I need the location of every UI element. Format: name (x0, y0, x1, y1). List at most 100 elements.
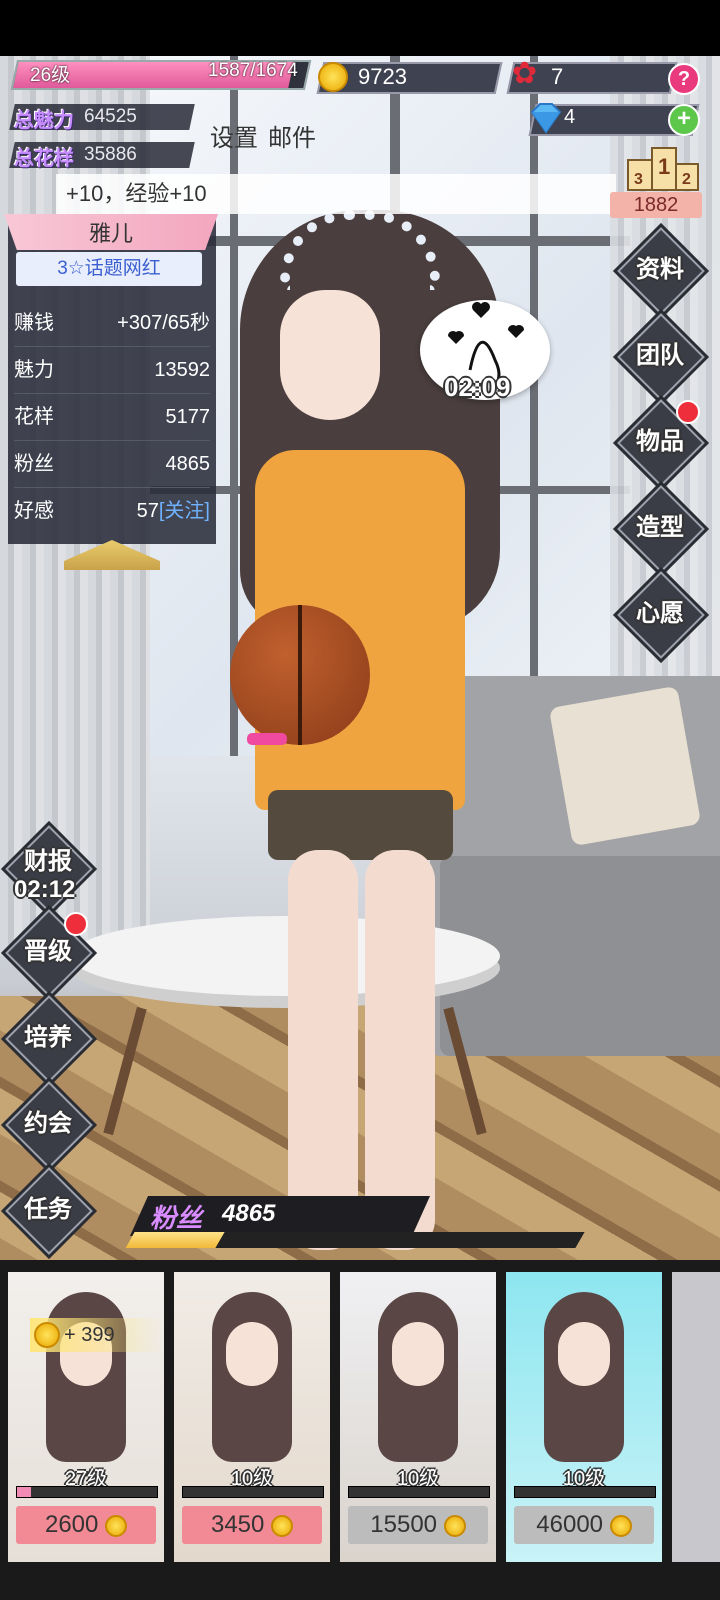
info-value: 13592 (154, 359, 210, 381)
character-card[interactable]: 10级 46000 (506, 1272, 662, 1562)
info-label: 好感 (14, 500, 54, 522)
date-button[interactable]: 约会 (5, 1081, 93, 1169)
styling-button[interactable]: 造型 (617, 485, 705, 573)
news-marquee: +10，经验+10 (56, 174, 616, 214)
info-row-affection: 好感 57[关注] (14, 488, 210, 534)
info-row-style: 花样 5177 (14, 394, 210, 441)
next-card-peek[interactable] (672, 1272, 720, 1562)
pillow (548, 685, 702, 847)
coin-icon (105, 1514, 128, 1537)
follow-link[interactable]: [关注] (159, 500, 210, 522)
coin-icon (318, 62, 348, 92)
price-value: 15500 (370, 1511, 438, 1538)
character-card[interactable]: 10级 15500 (340, 1272, 496, 1562)
train-button[interactable]: 培养 (5, 995, 93, 1083)
info-label: 花样 (14, 406, 54, 428)
plus-icon[interactable]: + (668, 104, 700, 136)
character-shorts (268, 790, 453, 860)
player-level: 26级 (30, 65, 71, 86)
wish-button[interactable]: 心愿 (617, 571, 705, 659)
coin-icon (609, 1514, 632, 1537)
ranking-button[interactable]: 3 1 2 1882 (610, 140, 702, 222)
portrait-face (558, 1322, 610, 1386)
coin-icon (271, 1514, 294, 1537)
mail-button[interactable]: 邮件 (268, 118, 316, 153)
coin-icon (34, 1322, 60, 1348)
gem-amount: 4 (564, 106, 576, 128)
coin-amount: 9723 (358, 64, 407, 89)
info-row-earn: 赚钱 +307/65秒 (14, 300, 210, 347)
fans-progress-fill (125, 1232, 225, 1248)
coin-icon (443, 1514, 466, 1537)
podium-icon: 3 1 2 (627, 147, 699, 191)
fans-label: 粉丝 (150, 1203, 203, 1233)
info-value-group: 57[关注] (137, 488, 210, 534)
coin-bonus[interactable]: + 399 (30, 1318, 164, 1352)
fans-bar: 粉丝 4865 (125, 1196, 585, 1250)
date-label: 约会 (24, 1110, 72, 1137)
info-row-fans: 粉丝 4865 (14, 441, 210, 488)
upgrade-price-button[interactable]: 3450 (182, 1506, 322, 1544)
rose-amount: 7 (551, 64, 564, 89)
report-timer: 02:12 (14, 876, 76, 903)
card-xp-bar (182, 1486, 324, 1498)
character-card[interactable]: + 399 27级 2600 (8, 1272, 164, 1562)
card-xp-bar (514, 1486, 656, 1498)
coin-bonus-text: + 399 (64, 1324, 115, 1346)
portrait-face (226, 1322, 278, 1386)
info-label: 粉丝 (14, 453, 54, 475)
wristband (247, 733, 287, 745)
profile-label: 资料 (636, 256, 684, 283)
upgrade-price-button[interactable]: 15500 (348, 1506, 488, 1544)
info-value: +307/65秒 (117, 312, 210, 334)
profile-button[interactable]: 资料 (617, 227, 705, 315)
portrait-face (392, 1322, 444, 1386)
total-style-value: 35886 (84, 144, 137, 165)
styling-label: 造型 (636, 514, 684, 541)
price-value: 46000 (536, 1511, 604, 1538)
total-charm-label: 总魅力 (14, 110, 74, 132)
svg-text:2: 2 (682, 171, 691, 188)
rose-icon: ✿ (512, 57, 538, 90)
items-notification-dot (676, 400, 700, 424)
team-label: 团队 (636, 342, 684, 369)
info-value: 5177 (165, 406, 211, 428)
basketball (230, 605, 370, 745)
info-row-charm: 魅力 13592 (14, 347, 210, 394)
marquee-text: +10，经验+10 (66, 181, 207, 206)
card-xp-bar (348, 1486, 490, 1498)
rank-value: 1882 (610, 192, 702, 218)
upgrade-price-button[interactable]: 2600 (16, 1506, 156, 1544)
info-label: 赚钱 (14, 312, 54, 334)
diamond-icon (530, 103, 562, 134)
task-button[interactable]: 任务 (5, 1167, 93, 1255)
character-leg (365, 850, 435, 1250)
settings-button[interactable]: 设置 (210, 118, 258, 153)
window-frame (530, 56, 538, 756)
total-style-label: 总花样 (14, 148, 74, 170)
card-xp-bar (16, 1486, 158, 1498)
character-tag: 3☆话题网红 (16, 252, 202, 286)
info-value: 4865 (165, 453, 211, 475)
task-label: 任务 (24, 1196, 72, 1223)
help-icon[interactable]: ? (668, 63, 700, 95)
card-xp-fill (17, 1487, 31, 1497)
character-face (280, 290, 380, 420)
wish-label: 心愿 (636, 600, 684, 627)
coffee-table (70, 916, 500, 996)
fans-value: 4865 (222, 1200, 276, 1227)
affection-value: 57 (136, 500, 159, 522)
character-card[interactable]: 10级 3450 (174, 1272, 330, 1562)
train-label: 培养 (24, 1024, 72, 1051)
price-value: 3450 (210, 1511, 265, 1538)
character-name: 雅儿 (4, 214, 218, 250)
promote-notification-dot (64, 912, 88, 936)
svg-text:3: 3 (634, 171, 643, 188)
bubble-timer: 02:09 (444, 372, 511, 402)
upgrade-price-button[interactable]: 46000 (514, 1506, 654, 1544)
total-charm-value: 64525 (84, 106, 137, 127)
team-button[interactable]: 团队 (617, 313, 705, 401)
price-value: 2600 (44, 1511, 99, 1538)
character-leg (288, 850, 358, 1250)
svg-text:1: 1 (658, 154, 670, 179)
